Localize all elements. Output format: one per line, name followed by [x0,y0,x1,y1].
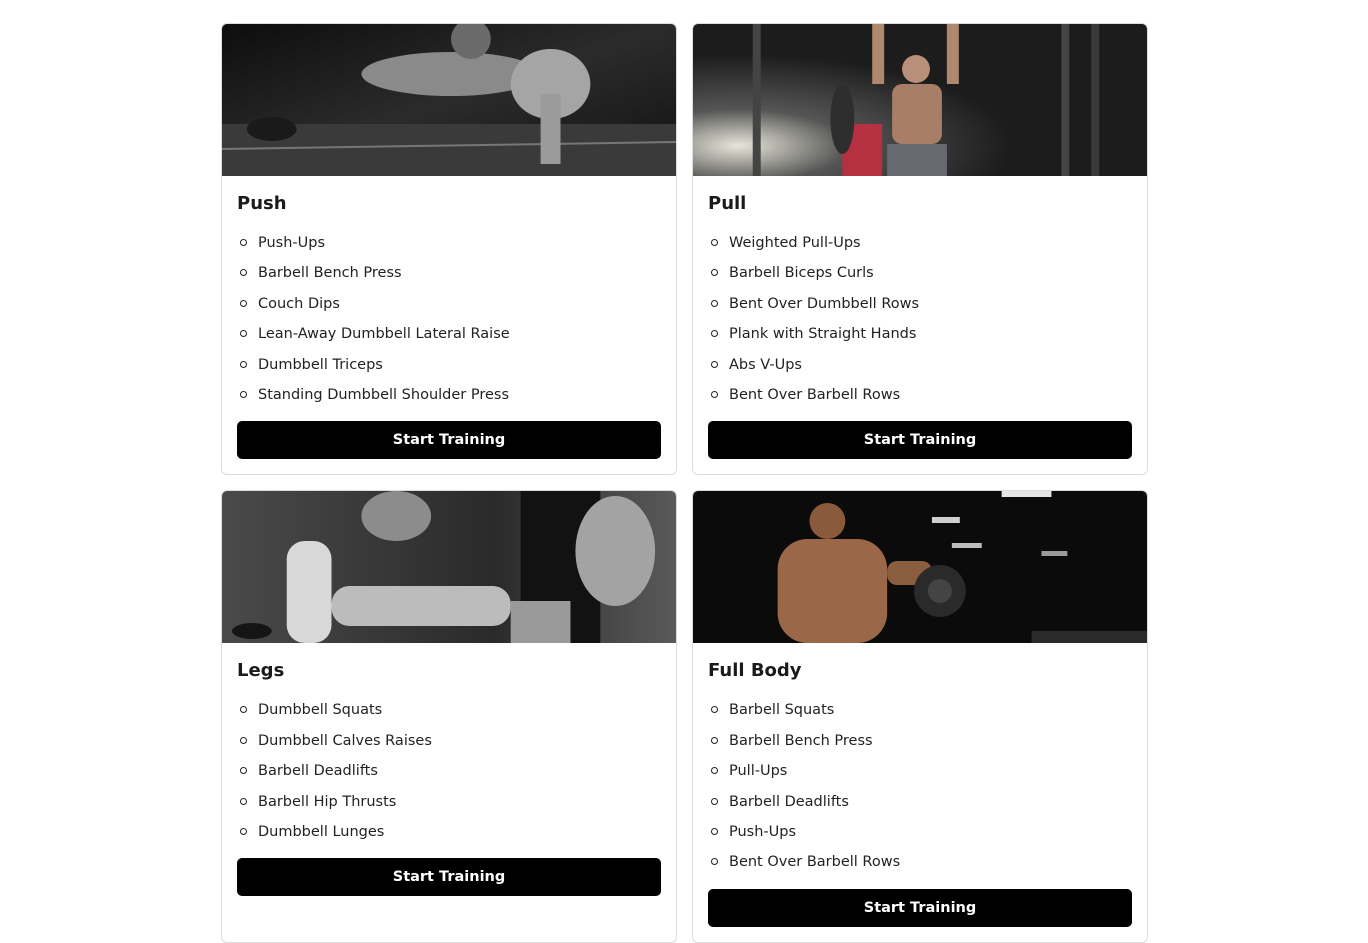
exercise-label: Lean-Away Dumbbell Lateral Raise [258,326,510,343]
exercise-item: Barbell Squats [708,695,1132,725]
exercise-item: Dumbbell Lunges [237,817,661,847]
exercise-label: Standing Dumbbell Shoulder Press [258,386,510,403]
start-training-button[interactable]: Start Training [708,888,1132,927]
exercise-item: Bent Over Barbell Rows [708,380,1132,410]
start-training-button[interactable]: Start Training [708,421,1132,460]
circle-bullet-icon [240,390,247,398]
exercise-item: Standing Dumbbell Shoulder Press [237,380,661,410]
exercise-item: Couch Dips [237,289,661,319]
exercise-item: Weighted Pull-Ups [708,228,1132,258]
workout-card-full-body: Full Body Barbell Squats Barbell Bench P… [692,490,1148,943]
circle-bullet-icon [711,858,718,866]
workout-card-push: Push Push-Ups Barbell Bench Press Couch … [221,23,677,476]
exercise-item: Barbell Deadlifts [708,787,1132,817]
exercise-label: Bent Over Barbell Rows [729,854,901,871]
exercise-item: Barbell Deadlifts [237,756,661,786]
exercise-label: Push-Ups [258,235,326,251]
exercise-label: Bent Over Dumbbell Rows [729,295,920,312]
pull-workout-image [693,24,1147,176]
exercise-item: Abs V-Ups [708,350,1132,380]
exercise-item: Barbell Biceps Curls [708,258,1132,288]
exercise-label: Dumbbell Triceps [258,356,383,373]
exercise-label: Couch Dips [258,295,340,312]
circle-bullet-icon [711,736,718,744]
exercise-label: Barbell Bench Press [729,732,873,749]
circle-bullet-icon [711,797,718,805]
exercise-list: Push-Ups Barbell Bench Press Couch Dips … [237,228,661,410]
exercise-label: Barbell Squats [729,702,835,719]
card-title: Legs [237,660,285,682]
workout-card-pull: Pull Weighted Pull-Ups Barbell Biceps Cu… [692,23,1148,476]
circle-bullet-icon [711,390,718,398]
circle-bullet-icon [240,706,247,714]
circle-bullet-icon [711,330,718,338]
exercise-item: Dumbbell Triceps [237,350,661,380]
circle-bullet-icon [711,269,718,277]
exercise-label: Abs V-Ups [729,356,802,373]
exercise-label: Barbell Hip Thrusts [258,793,397,810]
circle-bullet-icon [240,767,247,775]
exercise-item: Bent Over Dumbbell Rows [708,289,1132,319]
card-title: Pull [708,193,747,214]
exercise-item: Push-Ups [708,817,1132,847]
exercise-label: Dumbbell Squats [258,702,383,719]
exercise-list: Weighted Pull-Ups Barbell Biceps Curls B… [708,228,1132,410]
exercise-label: Plank with Straight Hands [729,326,917,343]
exercise-item: Bent Over Barbell Rows [708,847,1132,877]
circle-bullet-icon [711,299,718,307]
circle-bullet-icon [240,736,247,744]
exercise-label: Pull-Ups [729,763,788,780]
exercise-item: Barbell Bench Press [237,258,661,288]
full-body-workout-image [693,491,1147,644]
circle-bullet-icon [240,827,247,835]
card-title: Full Body [708,660,802,682]
circle-bullet-icon [240,299,247,307]
exercise-label: Dumbbell Lunges [258,823,385,840]
push-workout-image [222,24,676,176]
exercise-item: Plank with Straight Hands [708,319,1132,349]
exercise-label: Barbell Biceps Curls [729,265,874,282]
exercise-label: Weighted Pull-Ups [729,235,861,251]
card-title: Push [237,193,287,214]
circle-bullet-icon [711,239,718,246]
circle-bullet-icon [240,330,247,338]
exercise-item: Barbell Hip Thrusts [237,787,661,817]
exercise-list: Barbell Squats Barbell Bench Press Pull-… [708,695,1132,877]
legs-workout-image [222,491,676,644]
exercise-label: Bent Over Barbell Rows [729,386,901,403]
exercise-item: Pull-Ups [708,756,1132,786]
exercise-item: Barbell Bench Press [708,726,1132,756]
exercise-item: Push-Ups [237,228,661,258]
circle-bullet-icon [711,706,718,714]
circle-bullet-icon [240,239,247,246]
exercise-label: Dumbbell Calves Raises [258,732,432,749]
exercise-label: Barbell Deadlifts [258,763,378,780]
start-training-button[interactable]: Start Training [237,421,661,460]
circle-bullet-icon [711,827,718,835]
workout-card-legs: Legs Dumbbell Squats Dumbbell Calves Rai… [221,490,677,943]
circle-bullet-icon [240,269,247,277]
exercise-label: Barbell Bench Press [258,265,402,282]
exercise-label: Push-Ups [729,823,797,840]
start-training-button[interactable]: Start Training [237,858,661,897]
exercise-label: Barbell Deadlifts [729,793,849,810]
circle-bullet-icon [711,360,718,368]
circle-bullet-icon [240,360,247,368]
circle-bullet-icon [240,797,247,805]
workout-grid: Push Push-Ups Barbell Bench Press Couch … [221,23,1148,943]
exercise-list: Dumbbell Squats Dumbbell Calves Raises B… [237,695,661,847]
exercise-item: Dumbbell Calves Raises [237,726,661,756]
circle-bullet-icon [711,767,718,775]
exercise-item: Dumbbell Squats [237,695,661,725]
exercise-item: Lean-Away Dumbbell Lateral Raise [237,319,661,349]
